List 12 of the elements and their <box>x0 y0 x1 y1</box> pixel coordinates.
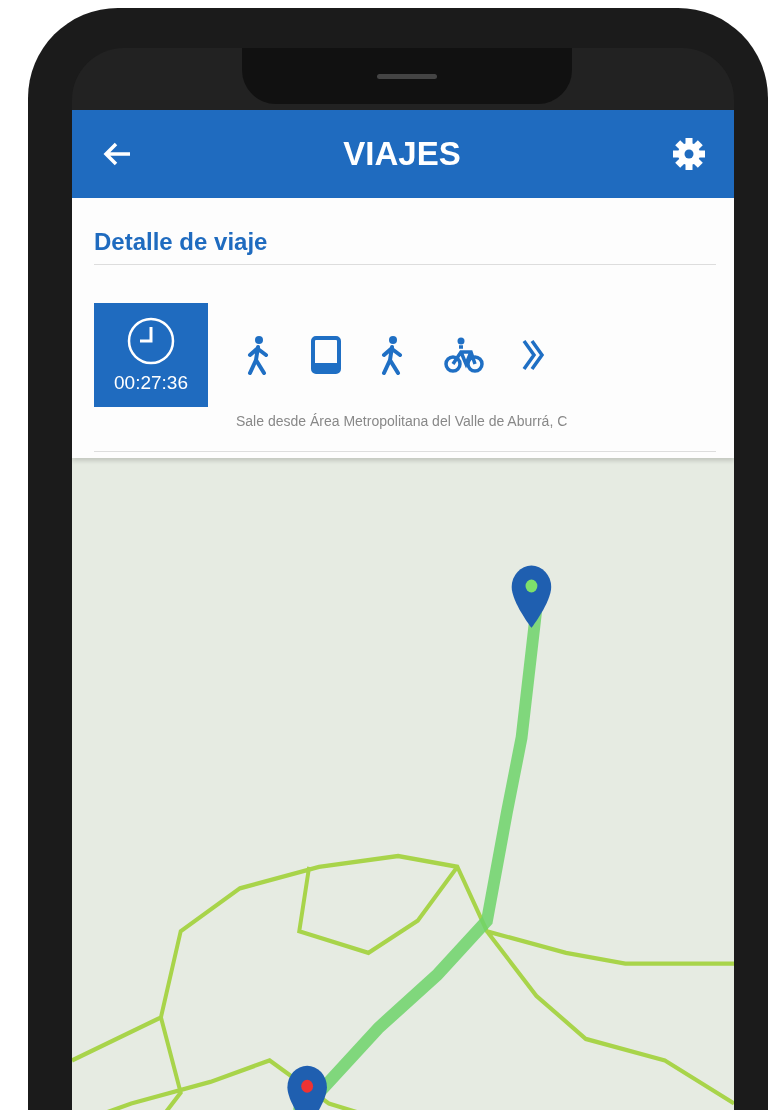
section-title: Detalle de viaje <box>94 228 716 265</box>
destination-pin-icon <box>287 1065 327 1110</box>
double-chevron-icon[interactable] <box>520 337 546 373</box>
departure-description: Sale desde Área Metropolitana del Valle de Aburrá, C <box>236 413 569 429</box>
back-arrow-icon[interactable] <box>102 141 132 167</box>
bus-icon <box>310 335 342 375</box>
clock-icon <box>126 316 176 366</box>
settings-icon[interactable] <box>672 137 706 171</box>
trip-duration: 00:27:36 <box>114 372 188 394</box>
origin-pin-icon <box>511 565 552 628</box>
bicycle-icon <box>444 335 484 375</box>
screen-title: VIAJES <box>343 135 461 173</box>
